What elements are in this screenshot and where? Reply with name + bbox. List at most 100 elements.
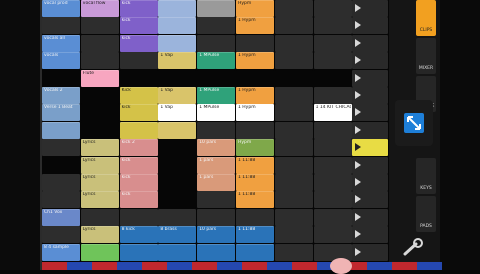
clip-slot[interactable]: vocal flow — [80, 0, 119, 17]
empty-clip-slot[interactable] — [274, 34, 313, 52]
clip-slot[interactable]: 1 11:88 — [236, 191, 274, 209]
clip-slot[interactable]: Vocals 2 — [42, 87, 80, 104]
empty-clip-slot[interactable] — [197, 69, 236, 87]
empty-clip-slot[interactable] — [80, 87, 119, 104]
clip-slot[interactable]: Lyrics — [80, 226, 119, 244]
empty-clip-slot[interactable] — [119, 69, 158, 87]
mixer-view-button[interactable]: MIXER — [416, 38, 436, 74]
clip-slot[interactable]: 8 kick — [119, 226, 158, 244]
clip-slot[interactable]: 1 pars — [197, 156, 236, 174]
keys-view-button[interactable]: KEYS — [416, 158, 436, 194]
empty-clip-slot[interactable] — [42, 174, 80, 191]
clip-slot[interactable] — [80, 243, 119, 261]
scene-launch-button[interactable] — [352, 174, 388, 191]
empty-clip-slot[interactable] — [197, 34, 236, 52]
clip-slot[interactable]: 1 11:88 — [236, 226, 274, 244]
clip-slot[interactable]: 8 brass — [158, 226, 197, 244]
empty-clip-slot[interactable] — [313, 121, 352, 139]
clip-slot[interactable] — [158, 0, 197, 17]
expand-arrows-icon[interactable] — [404, 113, 424, 133]
empty-clip-slot[interactable] — [119, 52, 158, 70]
clip-slot[interactable]: 1 Hypm — [236, 17, 274, 35]
empty-clip-slot[interactable] — [274, 121, 313, 139]
empty-clip-slot[interactable] — [42, 139, 80, 157]
scene-launch-button[interactable] — [352, 156, 388, 174]
clip-slot[interactable]: Lyrics — [80, 156, 119, 174]
empty-clip-slot[interactable] — [236, 121, 274, 139]
empty-clip-slot[interactable] — [42, 191, 80, 209]
empty-clip-slot[interactable] — [80, 104, 119, 122]
clips-view-button[interactable]: CLIPS — [416, 0, 436, 36]
empty-clip-slot[interactable] — [313, 191, 352, 209]
clip-slot[interactable]: vocal prod — [42, 0, 80, 17]
clip-slot[interactable]: 1 Hypm — [236, 52, 274, 70]
clip-slot[interactable]: Kick — [119, 87, 158, 104]
clip-slot[interactable]: 10 pars — [197, 226, 236, 244]
clip-slot[interactable]: 8 4 sample — [42, 243, 80, 261]
clip-slot[interactable]: 1 Hypm — [236, 104, 274, 122]
clip-slot[interactable]: 1 Vap — [158, 52, 197, 70]
empty-clip-slot[interactable] — [274, 104, 313, 122]
scene-launch-button[interactable] — [352, 69, 388, 87]
empty-clip-slot[interactable] — [313, 52, 352, 70]
empty-clip-slot[interactable] — [158, 69, 197, 87]
empty-clip-slot[interactable] — [274, 52, 313, 70]
empty-clip-slot[interactable] — [313, 156, 352, 174]
scene-launch-button[interactable] — [352, 87, 388, 104]
pads-view-button[interactable]: PADS — [416, 196, 436, 232]
empty-clip-slot[interactable] — [42, 226, 80, 244]
clip-slot[interactable] — [197, 243, 236, 261]
empty-clip-slot[interactable] — [274, 226, 313, 244]
clip-slot[interactable]: 10 pars — [197, 139, 236, 157]
empty-clip-slot[interactable] — [158, 139, 197, 157]
empty-clip-slot[interactable] — [158, 208, 197, 226]
scene-launch-button[interactable] — [352, 104, 388, 122]
clip-slot[interactable]: kick — [119, 156, 158, 174]
clip-slot[interactable]: kick — [119, 34, 158, 52]
clip-slot[interactable]: kick — [119, 17, 158, 35]
empty-clip-slot[interactable] — [80, 17, 119, 35]
clip-slot[interactable]: 1 Vap — [158, 87, 197, 104]
clip-slot[interactable]: 1 MPulse — [197, 104, 236, 122]
empty-clip-slot[interactable] — [274, 17, 313, 35]
empty-clip-slot[interactable] — [274, 174, 313, 191]
clip-slot[interactable]: 1 MPulse — [197, 52, 236, 70]
scene-launch-button[interactable] — [352, 139, 388, 157]
empty-clip-slot[interactable] — [197, 121, 236, 139]
scene-launch-button[interactable] — [352, 121, 388, 139]
empty-clip-slot[interactable] — [313, 0, 352, 17]
empty-clip-slot[interactable] — [197, 17, 236, 35]
scene-launch-button[interactable] — [352, 52, 388, 70]
empty-clip-slot[interactable] — [119, 208, 158, 226]
clip-slot[interactable]: Hypm — [236, 0, 274, 17]
empty-clip-slot[interactable] — [197, 191, 236, 209]
scene-launch-button[interactable] — [352, 191, 388, 209]
empty-clip-slot[interactable] — [197, 208, 236, 226]
empty-clip-slot[interactable] — [274, 0, 313, 17]
clip-slot[interactable] — [42, 121, 80, 139]
empty-clip-slot[interactable] — [313, 174, 352, 191]
scene-launch-button[interactable] — [352, 0, 388, 17]
empty-clip-slot[interactable] — [274, 208, 313, 226]
empty-clip-slot[interactable] — [313, 87, 352, 104]
clip-slot[interactable] — [158, 121, 197, 139]
clip-slot[interactable]: vocals — [42, 52, 80, 70]
empty-clip-slot[interactable] — [80, 52, 119, 70]
clip-slot[interactable]: 1 MPulse — [197, 87, 236, 104]
empty-clip-slot[interactable] — [313, 226, 352, 244]
empty-clip-slot[interactable] — [313, 34, 352, 52]
empty-clip-slot[interactable] — [158, 191, 197, 209]
clip-slot[interactable]: Lyrics — [80, 174, 119, 191]
clip-slot[interactable] — [119, 121, 158, 139]
scene-launch-button[interactable] — [352, 243, 388, 261]
clip-slot[interactable]: 1 11:88 — [236, 174, 274, 191]
clip-slot[interactable]: kick — [119, 191, 158, 209]
clip-slot[interactable]: kick — [119, 0, 158, 17]
empty-clip-slot[interactable] — [42, 156, 80, 174]
settings-wrench-icon[interactable] — [402, 238, 426, 258]
empty-clip-slot[interactable] — [274, 87, 313, 104]
clip-slot[interactable]: kick — [119, 104, 158, 122]
empty-clip-slot[interactable] — [313, 17, 352, 35]
empty-clip-slot[interactable] — [313, 69, 352, 87]
empty-clip-slot[interactable] — [274, 191, 313, 209]
